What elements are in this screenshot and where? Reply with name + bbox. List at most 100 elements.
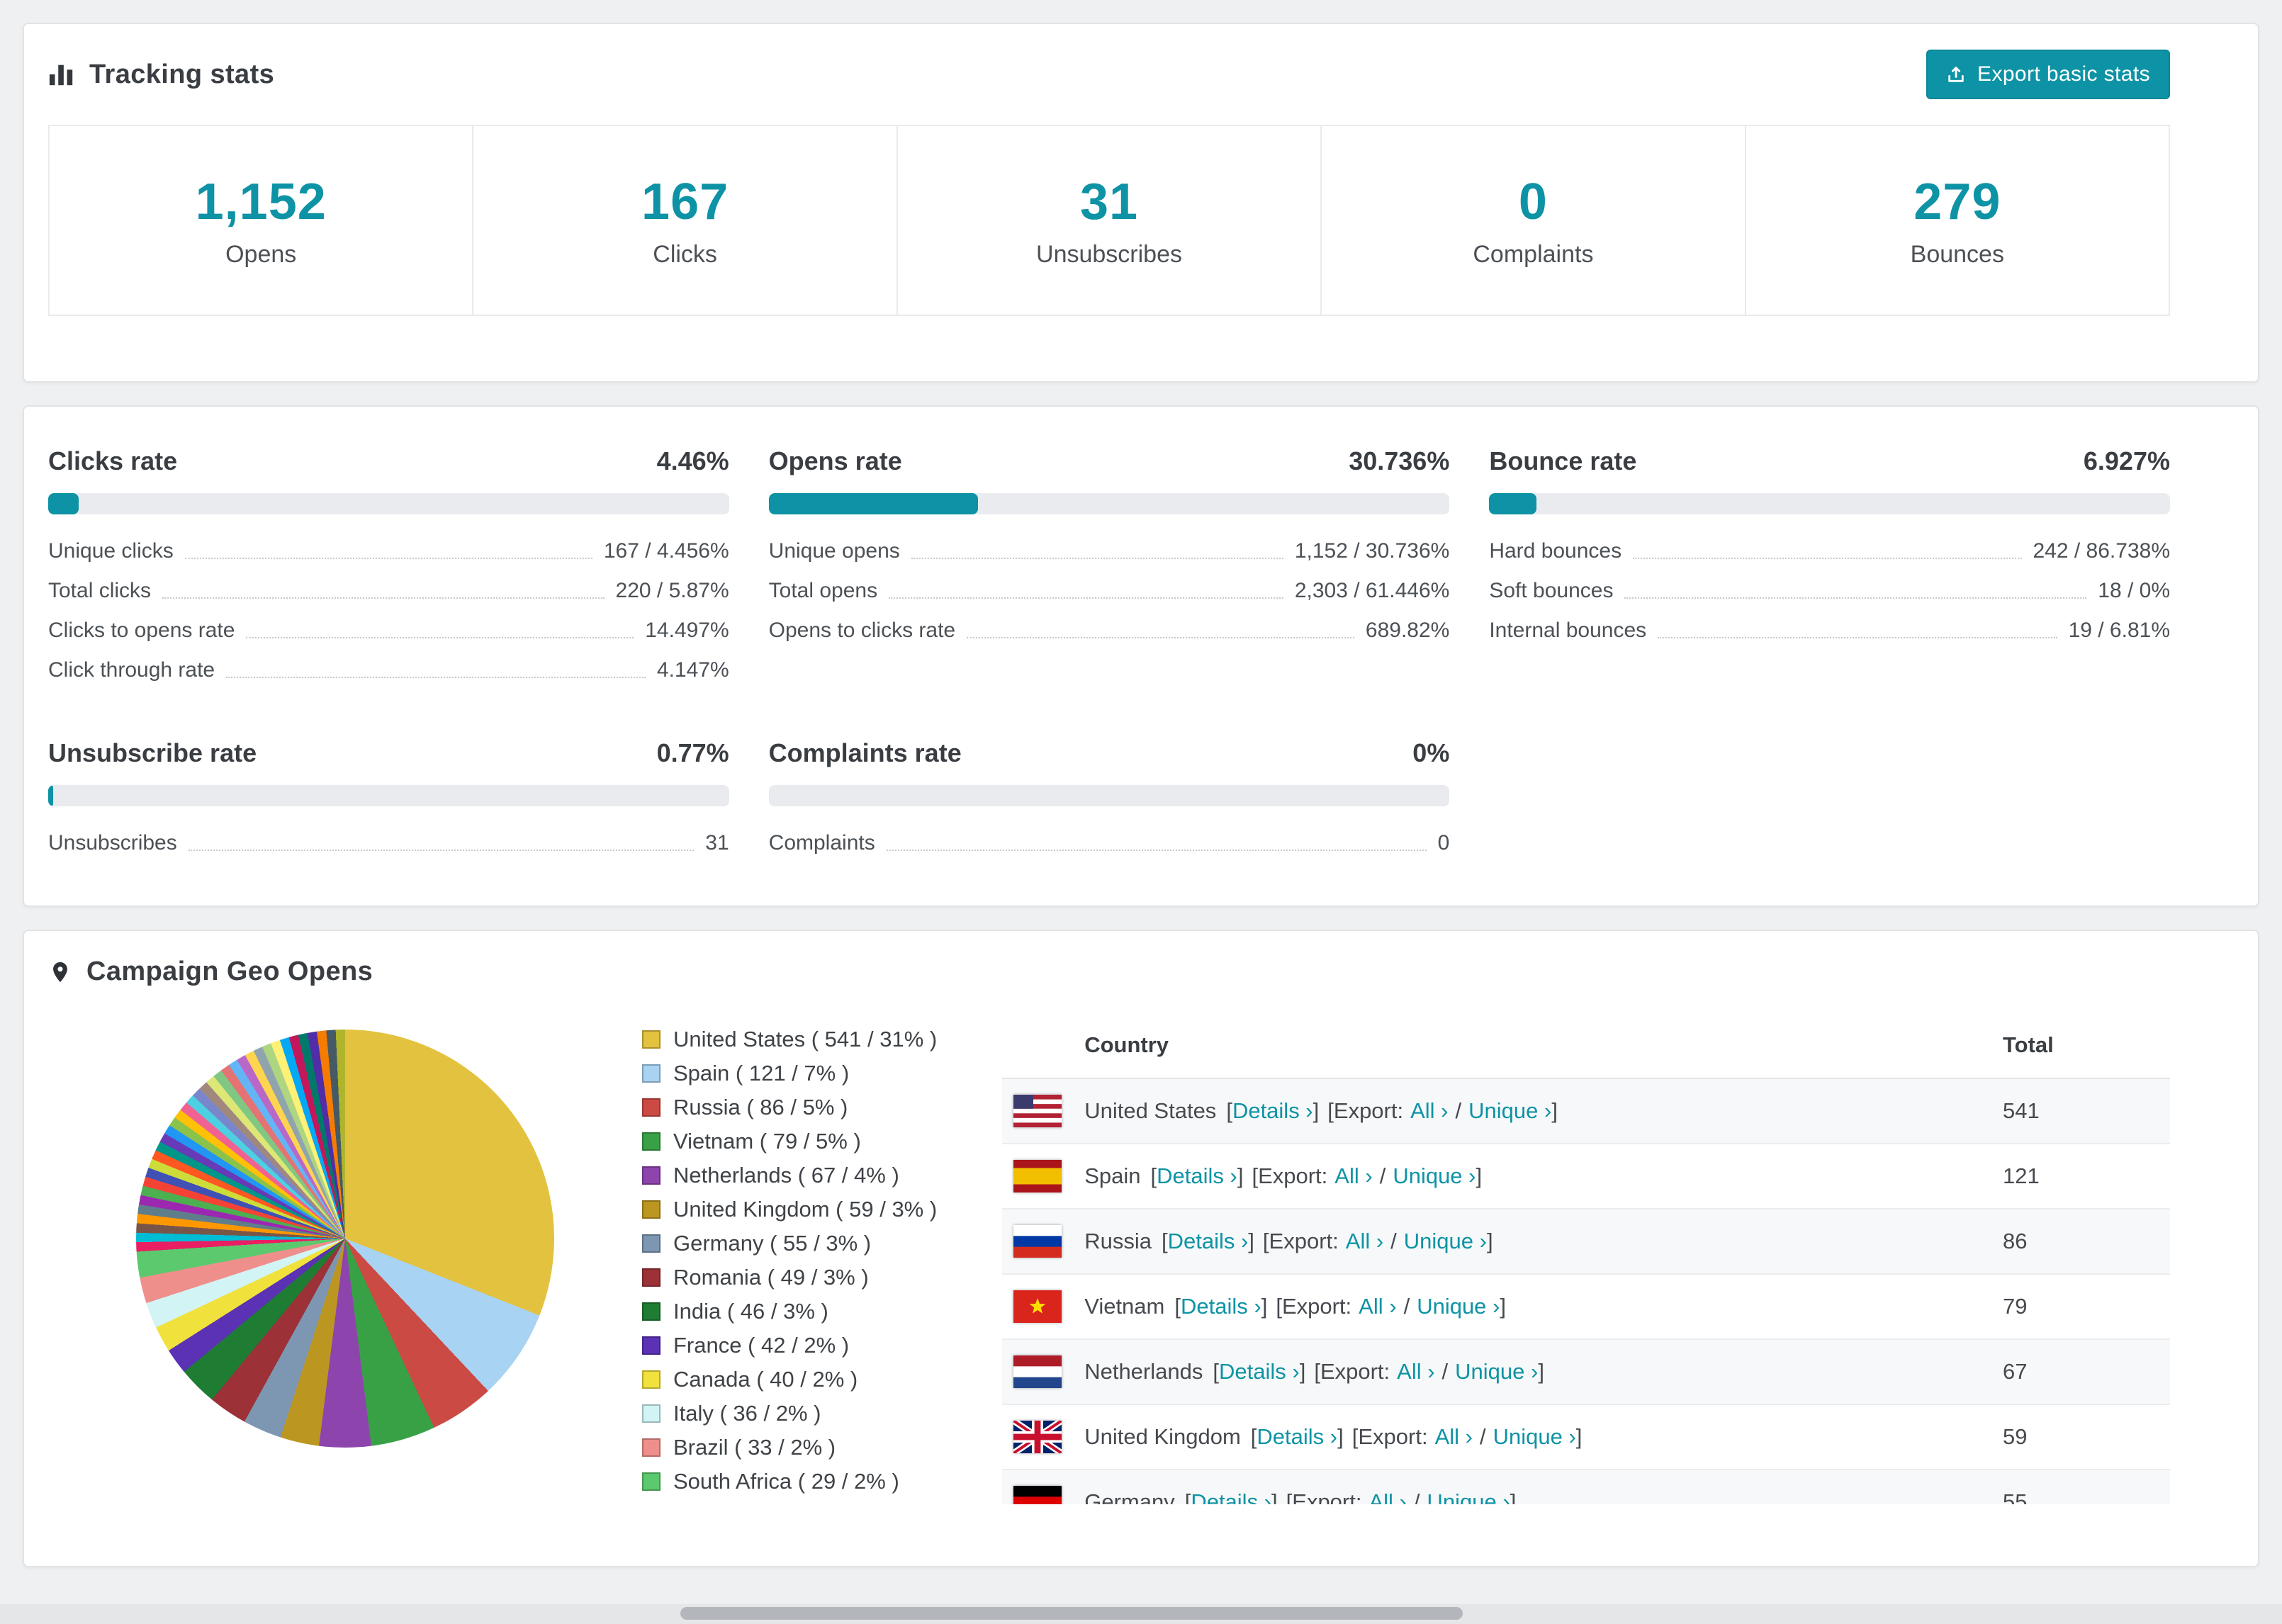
metric-row: Unique clicks 167 / 4.456% <box>48 531 729 571</box>
export-all-link[interactable]: All › <box>1346 1229 1383 1254</box>
rate-progress-fill <box>1489 493 1536 514</box>
metric-value: 167 / 4.456% <box>603 539 729 563</box>
export-unique-link[interactable]: Unique › <box>1404 1229 1487 1254</box>
slash: / <box>1379 1163 1386 1188</box>
bracket: ] <box>1486 1229 1493 1253</box>
export-unique-link[interactable]: Unique › <box>1455 1359 1538 1385</box>
bracket: [ <box>1150 1163 1157 1188</box>
stat-box: 1,152 Opens <box>48 125 474 316</box>
slash: / <box>1441 1359 1449 1384</box>
export-label: Export: <box>1358 1424 1428 1449</box>
rates-grid: Clicks rate 4.46% Unique clicks 167 / 4.… <box>48 446 2170 863</box>
legend-item: Netherlands ( 67 / 4% ) <box>642 1163 937 1188</box>
export-unique-link[interactable]: Unique › <box>1493 1424 1576 1450</box>
horizontal-scrollbar-thumb[interactable] <box>680 1607 1463 1620</box>
stat-box: 167 Clicks <box>473 125 898 316</box>
details-link[interactable]: Details › <box>1181 1294 1261 1319</box>
stats-row: 1,152 Opens 167 Clicks 31 Unsubscribes 0… <box>48 125 2171 316</box>
export-label: Export: <box>1269 1229 1339 1253</box>
export-all-link[interactable]: All › <box>1435 1424 1473 1450</box>
metric-value: 242 / 86.738% <box>2033 539 2171 563</box>
legend-item: Brazil ( 33 / 2% ) <box>642 1435 937 1460</box>
stat-label: Bounces <box>1910 240 2004 268</box>
rate-title: Clicks rate <box>48 446 178 475</box>
country-name: Spain <box>1084 1163 1141 1188</box>
legend-label: Netherlands ( 67 / 4% ) <box>673 1163 899 1188</box>
country-total: 79 <box>1991 1274 2170 1340</box>
legend-swatch <box>642 1336 661 1355</box>
legend-item: Germany ( 55 / 3% ) <box>642 1231 937 1256</box>
stat-label: Complaints <box>1473 240 1594 268</box>
export-all-link[interactable]: All › <box>1334 1163 1372 1189</box>
rate-section: Opens rate 30.736% Unique opens 1,152 / … <box>768 446 1450 690</box>
legend-label: France ( 42 / 2% ) <box>673 1333 850 1358</box>
metric-row: Unsubscribes 31 <box>48 823 729 863</box>
dotted-leader <box>889 597 1283 599</box>
bracket: [ <box>1184 1489 1191 1504</box>
details-link[interactable]: Details › <box>1191 1489 1271 1504</box>
rate-value: 30.736% <box>1349 446 1450 475</box>
slash: / <box>1413 1489 1420 1504</box>
legend-item: Spain ( 121 / 7% ) <box>642 1061 937 1086</box>
rate-section: Unsubscribe rate 0.77% Unsubscribes 31 <box>48 738 729 863</box>
rate-value: 6.927% <box>2083 446 2170 475</box>
bracket: [ <box>1262 1229 1269 1253</box>
bracket: [ <box>1161 1229 1168 1253</box>
dotted-leader <box>184 558 592 559</box>
legend-label: Vietnam ( 79 / 5% ) <box>673 1129 861 1154</box>
export-unique-link[interactable]: Unique › <box>1393 1163 1476 1189</box>
details-link[interactable]: Details › <box>1168 1229 1249 1254</box>
legend-label: South Africa ( 29 / 2% ) <box>673 1469 899 1494</box>
export-all-link[interactable]: All › <box>1397 1359 1434 1385</box>
export-label: Export: <box>1320 1359 1390 1384</box>
export-unique-link[interactable]: Unique › <box>1427 1489 1510 1504</box>
details-link[interactable]: Details › <box>1157 1163 1237 1189</box>
export-unique-link[interactable]: Unique › <box>1417 1294 1500 1319</box>
export-all-link[interactable]: All › <box>1410 1098 1448 1124</box>
stat-box: 279 Bounces <box>1746 125 2171 316</box>
rate-progress-bar <box>1489 493 2170 514</box>
dotted-leader <box>246 637 634 638</box>
table-row: Netherlands [Details ›] [Export: All › / Un… <box>1002 1339 2170 1405</box>
export-label: Export: <box>1292 1489 1362 1504</box>
rate-value: 0% <box>1412 738 1450 767</box>
slash: / <box>1403 1294 1410 1319</box>
export-unique-link[interactable]: Unique › <box>1468 1098 1551 1124</box>
export-label: Export: <box>1333 1098 1404 1123</box>
metric-row: Clicks to opens rate 14.497% <box>48 611 729 650</box>
export-basic-stats-button[interactable]: Export basic stats <box>1926 50 2170 99</box>
country-name: Vietnam <box>1084 1294 1165 1319</box>
stat-label: Opens <box>225 240 297 268</box>
rate-title: Bounce rate <box>1489 446 1637 475</box>
details-link[interactable]: Details › <box>1219 1359 1300 1385</box>
legend-item: Italy ( 36 / 2% ) <box>642 1401 937 1426</box>
stat-box: 31 Unsubscribes <box>897 125 1322 316</box>
legend-swatch <box>642 1404 661 1423</box>
country-total: 55 <box>1991 1470 2170 1504</box>
details-link[interactable]: Details › <box>1257 1424 1337 1450</box>
stat-label: Unsubscribes <box>1036 240 1182 268</box>
de-flag-icon <box>1013 1486 1062 1504</box>
rate-value: 0.77% <box>656 738 729 767</box>
total-column-header: Total <box>1991 1013 2170 1079</box>
metric-row: Unique opens 1,152 / 30.736% <box>769 531 1450 571</box>
tracking-stats-title: Tracking stats <box>48 60 274 90</box>
bracket: ] <box>1248 1229 1254 1253</box>
export-all-link[interactable]: All › <box>1359 1294 1396 1319</box>
metric-label: Total opens <box>768 579 878 602</box>
export-all-link[interactable]: All › <box>1368 1489 1406 1504</box>
stat-box: 0 Complaints <box>1322 125 1746 316</box>
country-total: 86 <box>1991 1209 2170 1275</box>
rate-title: Complaints rate <box>768 738 962 767</box>
metric-row: Internal bounces 19 / 6.81% <box>1489 611 2170 650</box>
details-link[interactable]: Details › <box>1232 1098 1313 1124</box>
stat-value: 167 <box>641 173 729 230</box>
table-row: Vietnam [Details ›] [Export: All › / Unique… <box>1002 1274 2170 1340</box>
bracket: ] <box>1261 1294 1268 1319</box>
bracket: ] <box>1476 1163 1483 1188</box>
slash: / <box>1455 1098 1462 1123</box>
legend-label: India ( 46 / 3% ) <box>673 1299 828 1324</box>
bracket: ] <box>1510 1489 1517 1504</box>
rate-title: Opens rate <box>768 446 902 475</box>
metric-label: Hard bounces <box>1489 539 1622 563</box>
